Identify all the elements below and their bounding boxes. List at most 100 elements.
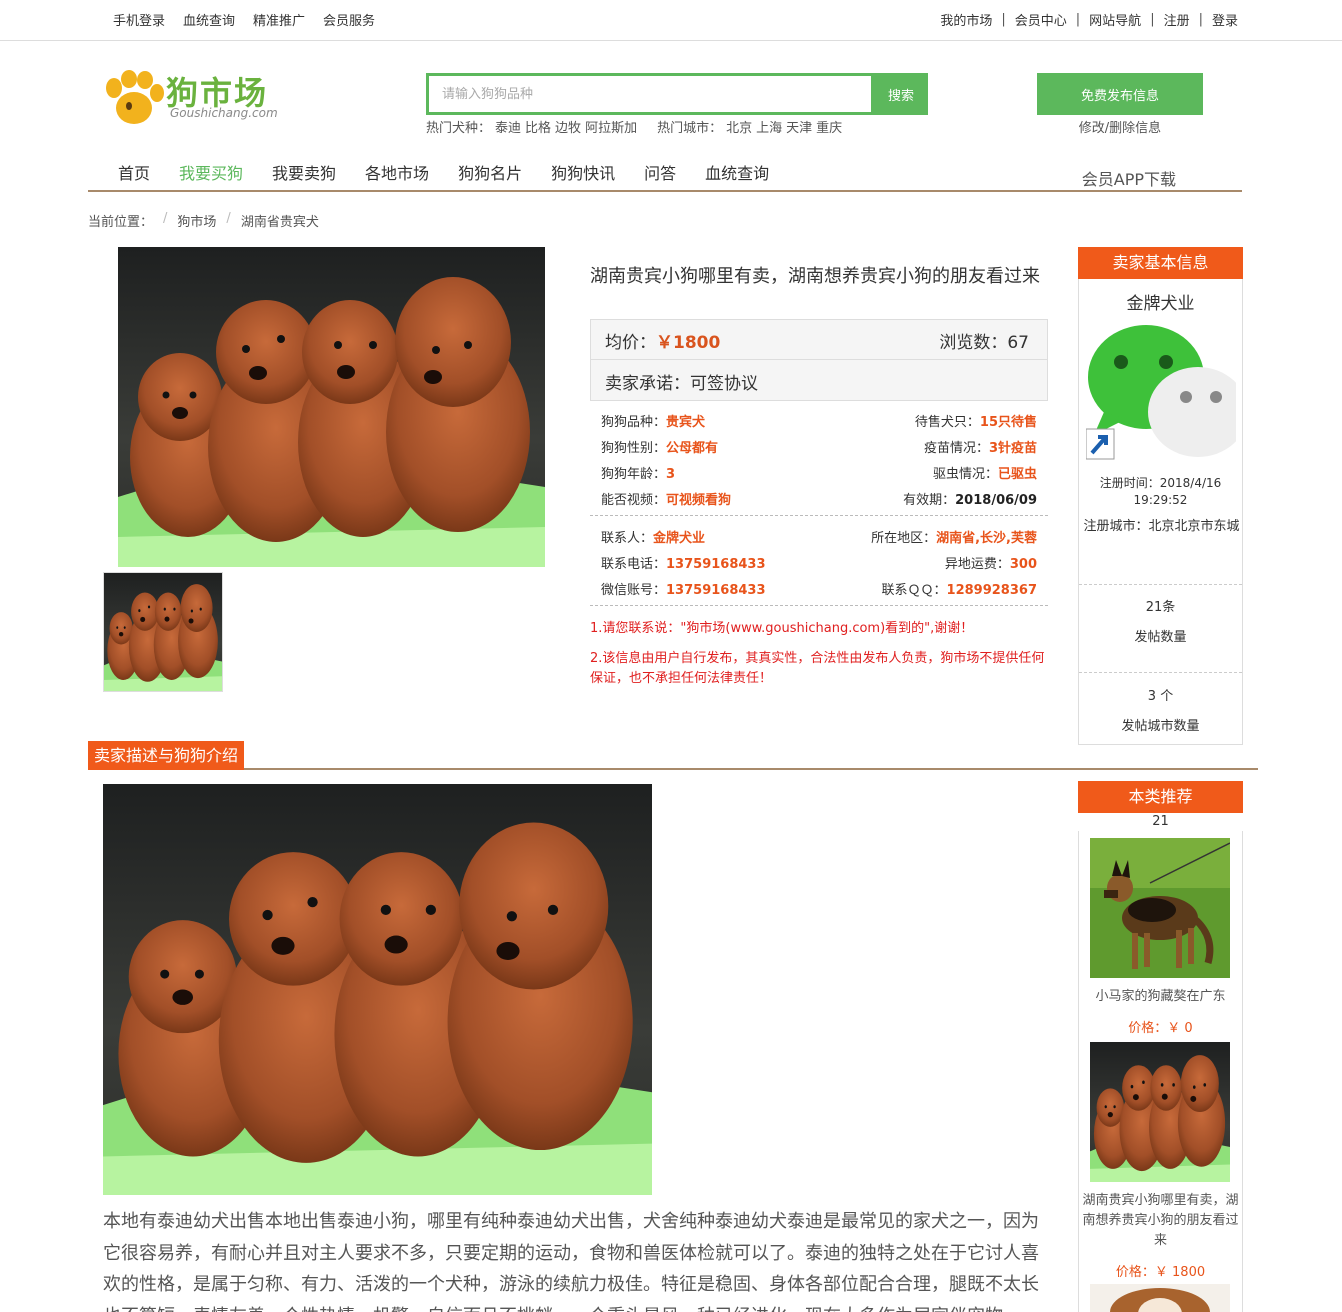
avg-price-label: 均价：: [605, 333, 656, 353]
divider: [590, 515, 1048, 516]
hot-city-link[interactable]: 重庆: [816, 117, 842, 136]
views-label: 浏览数：: [939, 333, 1008, 353]
top-bar-left-links: 手机登录 血统查询 精准推广 会员服务: [113, 10, 375, 29]
member-center-link[interactable]: 会员中心: [1015, 10, 1067, 29]
contact-label: 所在地区：: [871, 531, 937, 546]
nav-item-markets[interactable]: 各地市场: [365, 160, 429, 184]
app-download-link[interactable]: 会员APP下载: [1082, 166, 1176, 190]
spec-label: 狗狗性别：: [601, 441, 667, 456]
nav-item-sell[interactable]: 我要卖狗: [272, 160, 336, 184]
price-label: 价格：: [1115, 1265, 1155, 1280]
description-text: 本地有泰迪幼犬出售本地出售泰迪小狗，哪里有纯种泰迪幼犬出售，犬舍纯种泰迪幼犬泰迪…: [103, 1211, 1039, 1312]
contact-value: 13759168433: [666, 557, 766, 572]
spec-label: 狗狗品种：: [601, 415, 667, 430]
login-link[interactable]: 登录: [1212, 10, 1238, 29]
price-row: 均价：￥1800 浏览数：67: [591, 320, 1047, 360]
spec-table: 狗狗品种：贵宾犬 待售犬只：15只待售 狗狗性别：公母都有 疫苗情况：3针疫苗 …: [590, 407, 1048, 511]
avg-price-value: ￥1800: [656, 333, 721, 353]
hot-breed-link[interactable]: 比格: [525, 117, 551, 136]
hot-city-link[interactable]: 北京: [726, 117, 752, 136]
precision-promotion-link[interactable]: 精准推广: [253, 10, 305, 29]
wechat-qr-icon[interactable]: [1086, 317, 1236, 467]
nav-item-cards[interactable]: 狗狗名片: [458, 160, 522, 184]
hot-breed-link[interactable]: 泰迪: [495, 117, 521, 136]
contact-value: 金牌犬业: [653, 531, 706, 546]
breadcrumb-separator: /: [226, 211, 231, 226]
paw-logo-icon: [106, 70, 164, 124]
spec-right: 驱虫情况：已驱虫: [933, 463, 1037, 482]
views-value: 67: [1007, 333, 1029, 353]
contact-right: 联系ＱＱ：1289928367: [882, 579, 1037, 598]
top-bar-right-links: 我的市场 | 会员中心 | 网站导航 | 注册 | 登录: [940, 10, 1238, 29]
contact-right: 所在地区：湖南省,长沙,芙蓉: [871, 527, 1037, 546]
spec-value: 可视频看狗: [666, 493, 732, 508]
hot-breed-link[interactable]: 边牧: [555, 117, 581, 136]
member-service-link[interactable]: 会员服务: [323, 10, 375, 29]
divider: [590, 605, 1048, 606]
recommend-item-photo[interactable]: [1090, 1042, 1230, 1182]
recommend-item-title[interactable]: 湖南贵宾小狗哪里有卖，湖南想养贵宾小狗的朋友看过来: [1080, 1191, 1241, 1251]
nav-item-home[interactable]: 首页: [118, 160, 150, 184]
contact-label: 联系人：: [601, 531, 654, 546]
breadcrumb-separator: /: [163, 211, 168, 226]
hot-breed-link[interactable]: 阿拉斯加: [585, 117, 637, 136]
recommend-count: 21: [1152, 814, 1169, 829]
divider: [1079, 672, 1242, 673]
nav-item-news[interactable]: 狗狗快讯: [551, 160, 615, 184]
main-dog-photo[interactable]: [118, 247, 545, 567]
logo-domain: Goushichang.com: [170, 106, 278, 120]
publish-free-button[interactable]: 免费发布信息: [1037, 73, 1203, 115]
register-link[interactable]: 注册: [1164, 10, 1190, 29]
mobile-login-link[interactable]: 手机登录: [113, 10, 165, 29]
recommend-header: 本类推荐: [1078, 781, 1243, 813]
recommend-item-price: 价格：￥ 0: [1080, 1017, 1241, 1036]
price-label: 价格：: [1128, 1021, 1168, 1036]
spec-label: 疫苗情况：: [923, 441, 989, 456]
nav-items: 首页 我要买狗 我要卖狗 各地市场 狗狗名片 狗狗快讯 问答 血统查询: [118, 160, 769, 184]
recommend-item-title[interactable]: 小马家的狗藏獒在广东: [1080, 987, 1241, 1007]
separator: |: [1075, 12, 1081, 27]
contact-row: 联系电话：13759168433 异地运费：300: [590, 549, 1048, 575]
hot-keywords: 热门犬种： 泰迪 比格 边牧 阿拉斯加 热门城市： 北京 上海 天津 重庆: [426, 117, 842, 136]
contact-left: 微信账号：13759168433: [601, 579, 766, 598]
spec-value: 公母都有: [666, 441, 719, 456]
contact-left: 联系人：金牌犬业: [601, 527, 705, 546]
description-dog-photo: [103, 784, 652, 1195]
separator: |: [1198, 12, 1203, 27]
pedigree-query-link[interactable]: 血统查询: [183, 10, 235, 29]
spec-right: 疫苗情况：3针疫苗: [924, 437, 1037, 456]
hot-city-link[interactable]: 上海: [756, 117, 782, 136]
divider: [1079, 584, 1242, 585]
registration-city: 注册城市：北京北京市东城: [1083, 519, 1240, 534]
separator: |: [1001, 12, 1006, 27]
search-button[interactable]: 搜索: [874, 73, 928, 115]
spec-value: 已驱虫: [997, 467, 1037, 482]
spec-row: 狗狗年龄：3 驱虫情况：已驱虫: [590, 459, 1048, 485]
spec-left: 狗狗性别：公母都有: [601, 437, 718, 456]
modify-delete-link[interactable]: 修改/删除信息: [1037, 117, 1203, 136]
nav-item-pedigree[interactable]: 血统查询: [705, 160, 769, 184]
site-logo[interactable]: 狗市场 Goushichang.com: [102, 68, 302, 128]
recommend-item-photo[interactable]: [1090, 838, 1230, 978]
contact-right: 异地运费：300: [945, 553, 1037, 572]
spec-row: 狗狗性别：公母都有 疫苗情况：3针疫苗: [590, 433, 1048, 459]
search-input[interactable]: [426, 73, 874, 115]
spec-left: 狗狗品种：贵宾犬: [601, 411, 705, 430]
my-market-link[interactable]: 我的市场: [940, 10, 992, 29]
spec-row: 能否视频：可视频看狗 有效期：2018/06/09: [590, 485, 1048, 511]
contact-value: 13759168433: [666, 583, 766, 598]
notice-contact: 1.请您联系说："狗市场(www.goushichang.com)看到的",谢谢…: [590, 621, 974, 636]
breadcrumb: 当前位置： / 狗市场 / 湖南省贵宾犬: [88, 211, 319, 230]
spec-left: 能否视频：可视频看狗: [601, 489, 731, 508]
hot-city-link[interactable]: 天津: [786, 117, 812, 136]
breadcrumb-item[interactable]: 狗市场: [177, 211, 216, 230]
nav-item-buy[interactable]: 我要买狗: [179, 160, 243, 184]
contact-value: 300: [1009, 557, 1037, 572]
dog-photo-thumbnail[interactable]: [103, 572, 223, 692]
nav-item-qa[interactable]: 问答: [644, 160, 676, 184]
site-nav-link[interactable]: 网站导航: [1089, 10, 1141, 29]
recommend-item-photo[interactable]: [1090, 1284, 1230, 1312]
breadcrumb-item[interactable]: 湖南省贵宾犬: [241, 211, 319, 230]
spec-value: 15只待售: [979, 415, 1037, 430]
